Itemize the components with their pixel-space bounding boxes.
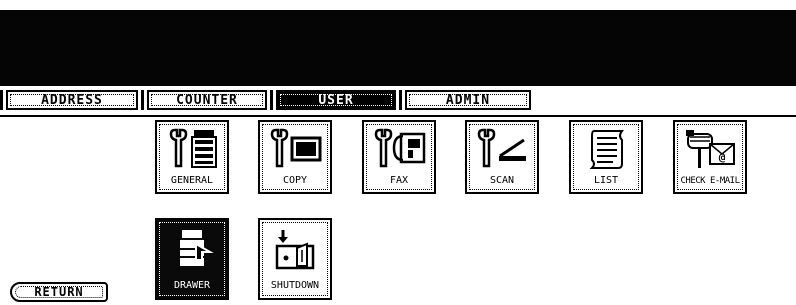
tab-bar: ADDRESS COUNTER USER ADMIN [0, 86, 796, 116]
scan-label: SCAN [489, 175, 515, 186]
tab-admin[interactable]: ADMIN [405, 90, 531, 110]
wrench-copier-icon [169, 128, 217, 168]
tab-bar-left-edge [0, 90, 3, 110]
check-email-button[interactable]: @ CHECK E-MAIL [673, 120, 747, 194]
check-email-label: CHECK E-MAIL [680, 176, 740, 186]
tab-address-label: ADDRESS [41, 92, 103, 108]
tab-separator [270, 90, 273, 110]
top-display-area [0, 10, 796, 86]
return-button-label: RETURN [34, 285, 84, 299]
tab-counter[interactable]: COUNTER [147, 90, 267, 110]
tab-divider [0, 115, 796, 117]
wrench-fax-icon [374, 128, 426, 168]
tab-address[interactable]: ADDRESS [6, 90, 138, 110]
list-label: LIST [593, 175, 619, 186]
wrench-scanner-icon [477, 128, 526, 168]
tab-separator [399, 90, 402, 110]
wrench-document-icon [270, 128, 322, 168]
drawer-button[interactable]: DRAWER [155, 218, 229, 300]
scan-button[interactable]: SCAN [465, 120, 539, 194]
fax-label: FAX [389, 175, 409, 186]
shutdown-button[interactable]: SHUTDOWN [258, 218, 332, 300]
tab-user[interactable]: USER [276, 90, 396, 110]
tab-counter-label: COUNTER [176, 92, 238, 108]
svg-text:@: @ [719, 151, 726, 164]
drawer-label: DRAWER [173, 280, 211, 291]
list-button[interactable]: LIST [569, 120, 643, 194]
copy-label: COPY [282, 175, 308, 186]
general-button[interactable]: GENERAL [155, 120, 229, 194]
general-label: GENERAL [170, 175, 214, 186]
copier-drawer-icon [180, 230, 214, 266]
fax-button[interactable]: FAX [362, 120, 436, 194]
power-switch-icon [275, 230, 315, 270]
tab-user-label: USER [318, 92, 354, 108]
tab-separator [141, 90, 144, 110]
scroll-list-icon [589, 130, 625, 169]
shutdown-label: SHUTDOWN [270, 280, 320, 291]
return-button[interactable]: RETURN [10, 282, 108, 302]
tab-admin-label: ADMIN [445, 92, 491, 108]
mailbox-email-icon: @ [686, 130, 735, 168]
copy-button[interactable]: COPY [258, 120, 332, 194]
